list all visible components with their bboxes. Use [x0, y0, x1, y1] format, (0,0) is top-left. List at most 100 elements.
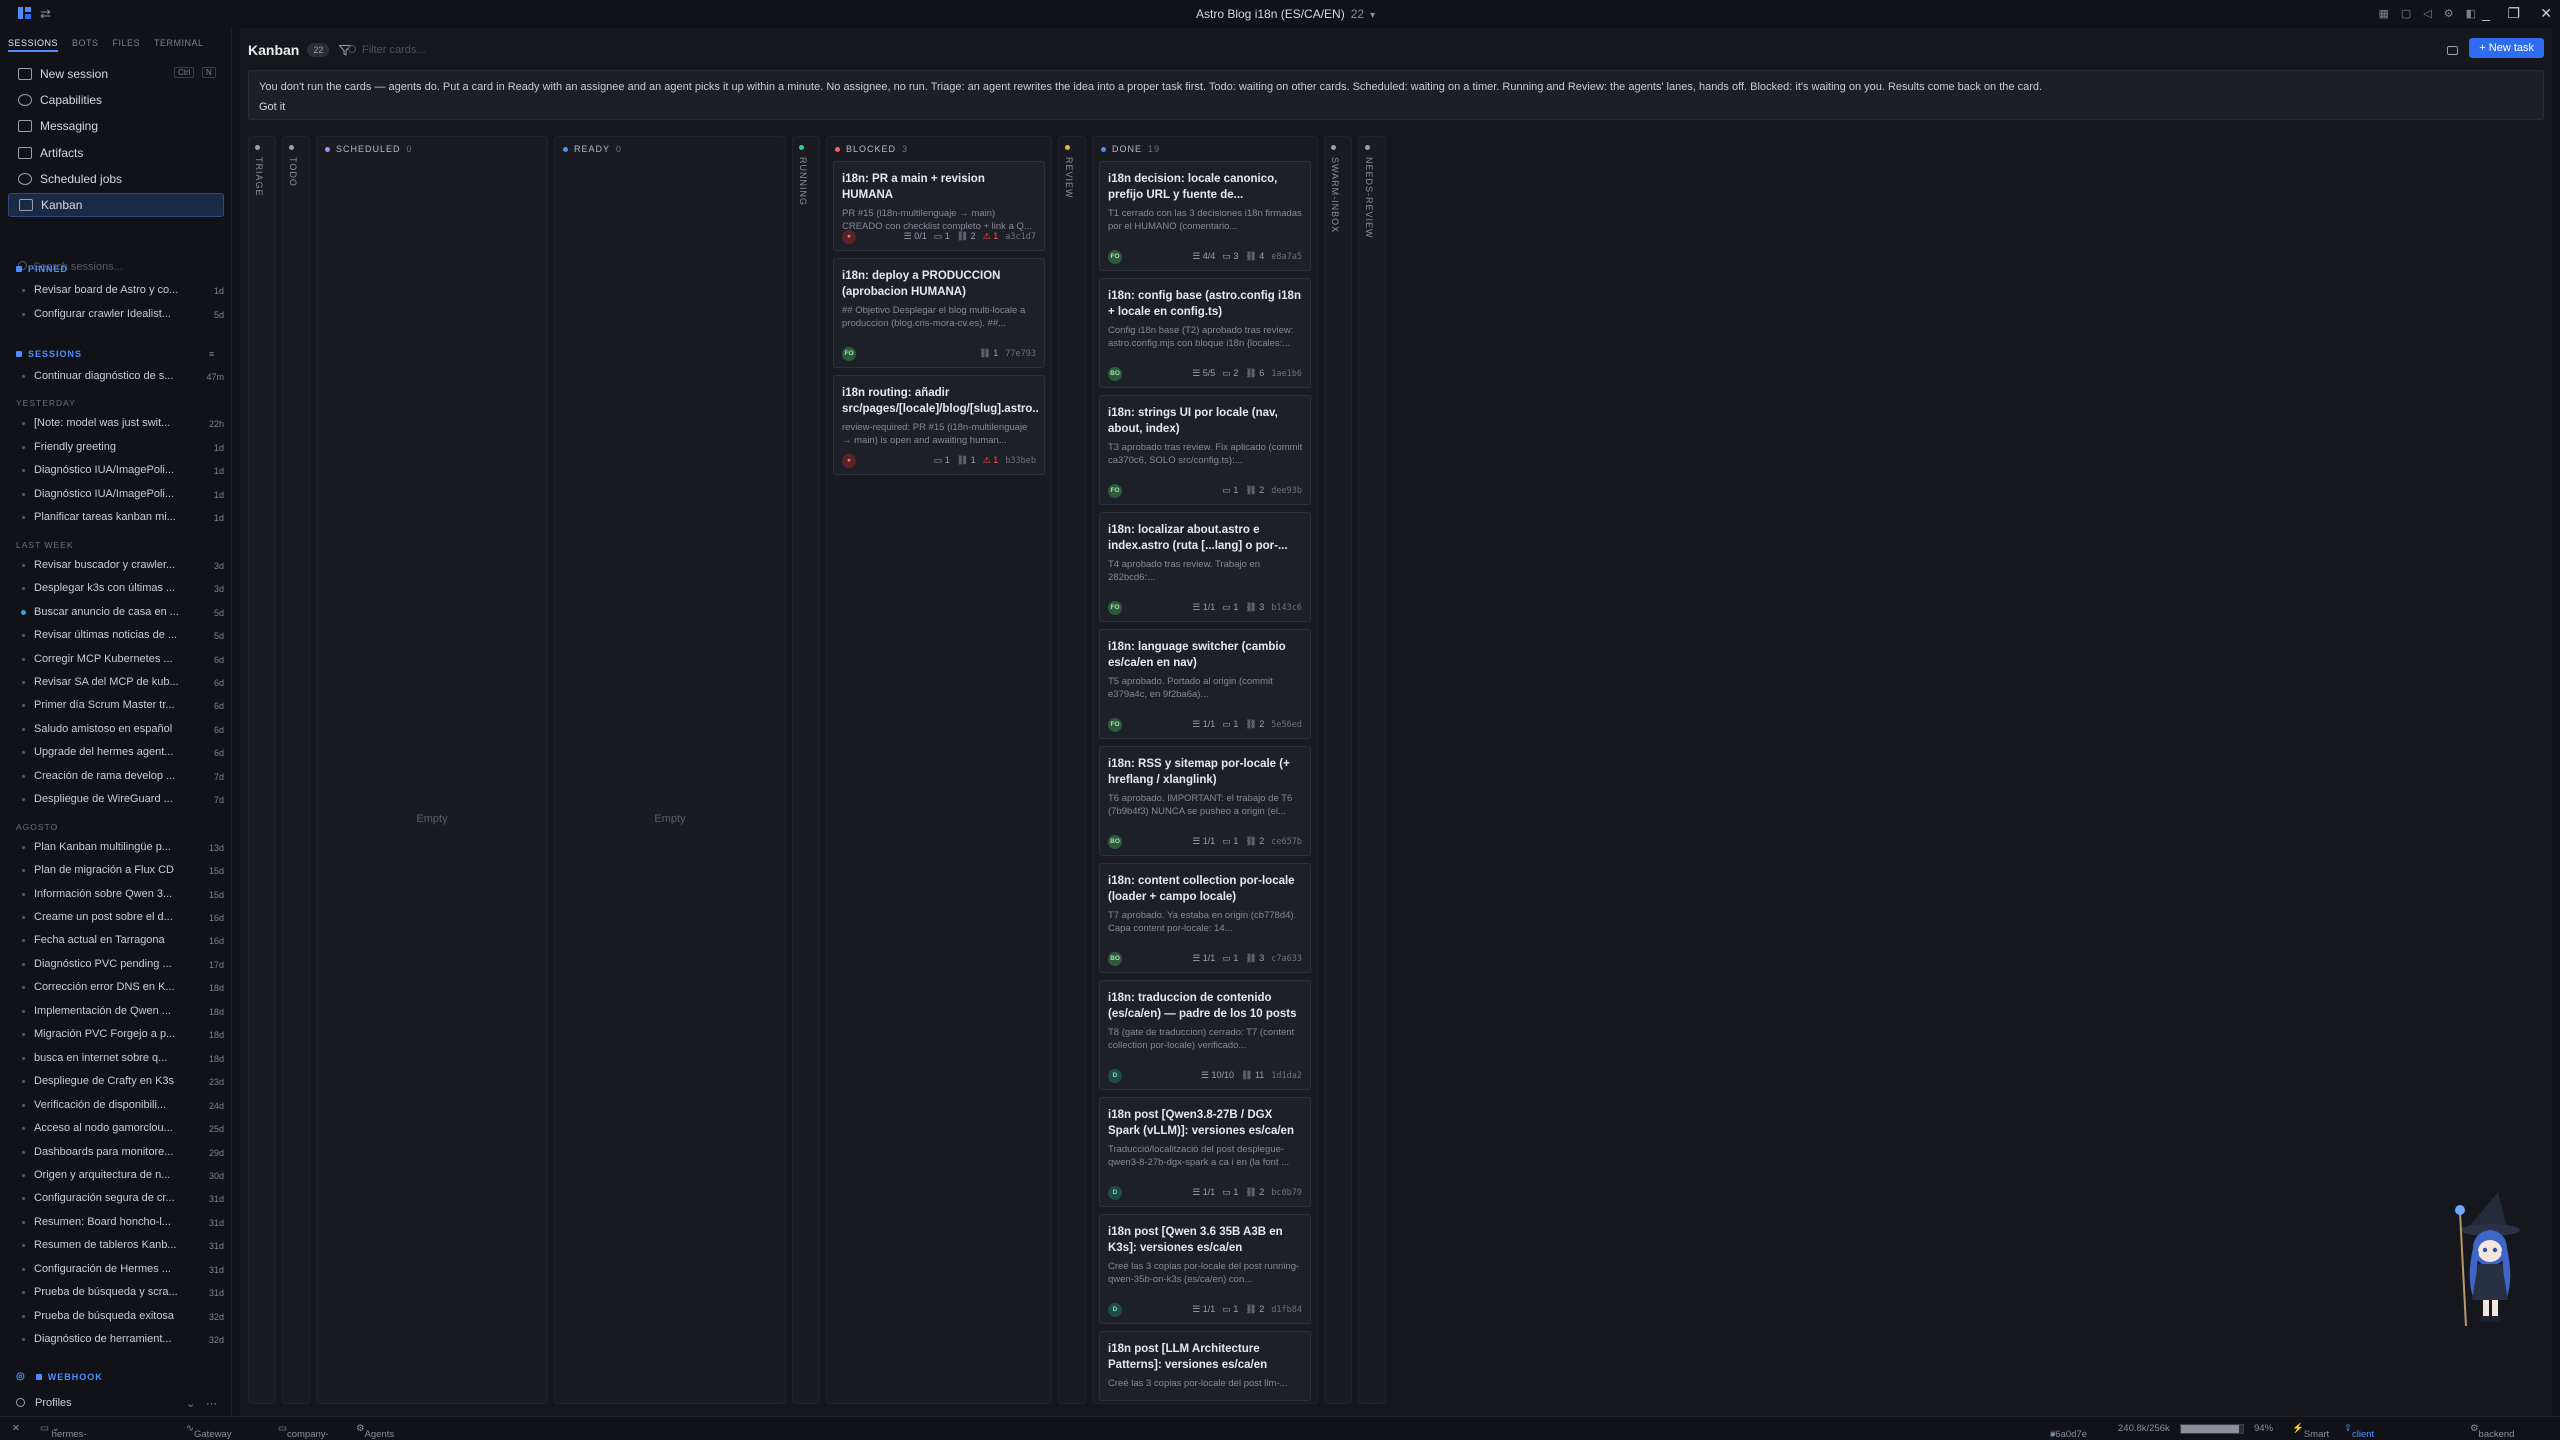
session-item[interactable]: Upgrade del hermes agent... 6d: [22, 746, 224, 760]
session-item[interactable]: Verificación de disponibili... 24d: [22, 1099, 224, 1113]
sidebar-item-capabilities[interactable]: Capabilities: [8, 88, 224, 112]
settings-icon[interactable]: ⚙: [2444, 7, 2454, 20]
session-item[interactable]: Corregir MCP Kubernetes ... 6d: [22, 653, 224, 667]
session-item[interactable]: Revisar board de Astro y co... 1d: [22, 284, 224, 298]
assignee-avatar[interactable]: BO: [1108, 835, 1122, 849]
session-item[interactable]: Creame un post sobre el d... 16d: [22, 911, 224, 925]
session-item[interactable]: Diagnóstico de herramient... 32d: [22, 1333, 224, 1347]
column-blocked[interactable]: BLOCKED 3 i18n: PR a main + revision HUM…: [826, 136, 1052, 1404]
session-item[interactable]: Resumen de tableros Kanb... 31d: [22, 1239, 224, 1253]
agents-button[interactable]: ⚙ Agents: [356, 1423, 394, 1440]
mode-selector[interactable]: ⚡ Smart: [2292, 1423, 2329, 1440]
session-item[interactable]: Saludo amistoso en español 6d: [22, 723, 224, 737]
session-item[interactable]: Fecha actual en Tarragona 16d: [22, 934, 224, 948]
new-task-button[interactable]: + New task: [2469, 38, 2544, 58]
tools-icon[interactable]: ✕: [12, 1423, 20, 1434]
column-ready[interactable]: READY 0 Empty: [554, 136, 786, 1404]
kanban-card[interactable]: i18n: strings UI por locale (nav, about,…: [1099, 395, 1311, 505]
session-item[interactable]: Configurar crawler Idealist... 5d: [22, 308, 224, 322]
session-item[interactable]: Primer día Scrum Master tr... 6d: [22, 699, 224, 713]
session-item[interactable]: Diagnóstico PVC pending ... 17d: [22, 958, 224, 972]
session-item[interactable]: Desplegar k3s con últimas ... 3d: [22, 582, 224, 596]
assignee-avatar[interactable]: FO: [842, 347, 856, 361]
chat-icon[interactable]: ▢: [2401, 7, 2411, 20]
assignee-avatar[interactable]: FO: [1108, 718, 1122, 732]
session-item[interactable]: Acceso al nodo gamorclou... 25d: [22, 1122, 224, 1136]
assignee-avatar[interactable]: BO: [1108, 952, 1122, 966]
assignee-avatar[interactable]: FO: [1108, 250, 1122, 264]
org-selector[interactable]: ▭ company-os: [278, 1423, 329, 1440]
session-item[interactable]: busca en internet sobre q... 18d: [22, 1052, 224, 1066]
kanban-card[interactable]: i18n: traduccion de contenido (es/ca/en)…: [1099, 980, 1311, 1090]
tab-terminal[interactable]: TERMINAL: [154, 38, 204, 52]
pinned-section-header[interactable]: PINNED: [16, 264, 68, 274]
session-item[interactable]: Información sobre Qwen 3... 15d: [22, 888, 224, 902]
column-swarm-inbox[interactable]: SWARM-INBOX: [1324, 136, 1352, 1404]
dismiss-banner-button[interactable]: Got it: [259, 101, 285, 113]
close-window-button[interactable]: ✕: [2540, 5, 2552, 22]
kanban-card[interactable]: i18n post [Qwen 3.6 35B A3B en K3s]: ver…: [1099, 1214, 1311, 1324]
assignee-avatar[interactable]: FO: [1108, 484, 1122, 498]
profiles-row[interactable]: Profiles ⌄ ⋯: [16, 1397, 224, 1410]
assignee-avatar[interactable]: D: [1108, 1069, 1122, 1083]
session-item[interactable]: Continuar diagnóstico de s... 47m: [22, 370, 224, 384]
kanban-card[interactable]: i18n: content collection por-locale (loa…: [1099, 863, 1311, 973]
kanban-card[interactable]: i18n: deploy a PRODUCCION (aprobacion HU…: [833, 258, 1045, 368]
session-item[interactable]: Implementación de Qwen ... 18d: [22, 1005, 224, 1019]
session-item[interactable]: Despliegue de WireGuard ... 7d: [22, 793, 224, 807]
column-review[interactable]: REVIEW: [1058, 136, 1086, 1404]
session-item[interactable]: Prueba de búsqueda y scra... 31d: [22, 1286, 224, 1300]
volume-icon[interactable]: ◁: [2423, 7, 2431, 20]
kanban-card[interactable]: i18n: config base (astro.config i18n + l…: [1099, 278, 1311, 388]
session-item[interactable]: Plan de migración a Flux CD 15d: [22, 864, 224, 878]
session-item[interactable]: Revisar buscador y crawler... 3d: [22, 559, 224, 573]
assignee-avatar[interactable]: FO: [1108, 601, 1122, 615]
sidebar-item-scheduled-jobs[interactable]: Scheduled jobs: [8, 167, 224, 191]
more-icon[interactable]: ⋯: [206, 1397, 217, 1410]
panel-icon[interactable]: ◧: [2466, 7, 2476, 20]
session-item[interactable]: Configuración segura de cr... 31d: [22, 1192, 224, 1206]
sort-icon[interactable]: ≡: [209, 349, 215, 359]
column-triage[interactable]: TRIAGE: [248, 136, 276, 1404]
window-title-dropdown[interactable]: Astro Blog i18n (ES/CA/EN) 22 ▾: [1196, 7, 1375, 21]
kanban-card[interactable]: i18n: RSS y sitemap por-locale (+ hrefla…: [1099, 746, 1311, 856]
tab-sessions[interactable]: SESSIONS: [8, 38, 59, 52]
session-item[interactable]: Revisar SA del MCP de kub... 6d: [22, 676, 224, 690]
assignee-avatar[interactable]: D: [1108, 1303, 1122, 1317]
session-item[interactable]: Resumen: Board honcho-l... 31d: [22, 1216, 224, 1230]
session-item[interactable]: Origen y arquitectura de n... 30d: [22, 1169, 224, 1183]
column-scheduled[interactable]: SCHEDULED 0 Empty: [316, 136, 548, 1404]
kanban-card[interactable]: i18n: localizar about.astro e index.astr…: [1099, 512, 1311, 622]
kanban-card[interactable]: i18n decision: locale canonico, prefijo …: [1099, 161, 1311, 271]
column-done[interactable]: DONE 19 i18n decision: locale canonico, …: [1092, 136, 1318, 1404]
assignee-avatar[interactable]: BO: [1108, 367, 1122, 381]
column-todo[interactable]: TODO: [282, 136, 310, 1404]
sessions-section-header[interactable]: SESSIONS ≡: [16, 349, 216, 359]
session-item[interactable]: Creación de rama develop ... 7d: [22, 770, 224, 784]
session-item[interactable]: Migración PVC Forgejo a p... 18d: [22, 1028, 224, 1042]
archive-icon[interactable]: [2447, 46, 2458, 55]
assignee-avatar[interactable]: ●: [842, 230, 856, 244]
column-running[interactable]: RUNNING: [792, 136, 820, 1404]
kanban-card[interactable]: i18n: PR a main + revision HUMANA PR #15 …: [833, 161, 1045, 251]
session-item[interactable]: Revisar últimas noticias de ... 5d: [22, 629, 224, 643]
kanban-card[interactable]: i18n routing: añadir src/pages/[locale]/…: [833, 375, 1045, 475]
assignee-avatar[interactable]: ●: [842, 454, 856, 468]
host-selector[interactable]: ▭ hermes-v2.cris-mora... ⌄: [40, 1423, 86, 1440]
sidebar-item-kanban[interactable]: Kanban: [8, 192, 224, 217]
session-item[interactable]: Diagnóstico IUA/ImagePoli... 1d: [22, 488, 224, 502]
session-item[interactable]: Buscar anuncio de casa en ... 5d: [21, 606, 224, 620]
minimize-button[interactable]: _: [2482, 5, 2490, 21]
tab-files[interactable]: FILES: [113, 38, 141, 52]
column-needs-review[interactable]: NEEDS-REVIEW: [1358, 136, 1386, 1404]
session-item[interactable]: Corrección error DNS en K... 18d: [22, 981, 224, 995]
session-item[interactable]: Planificar tareas kanban mi... 1d: [22, 511, 224, 525]
session-item[interactable]: [Note: model was just swit... 22h: [22, 417, 224, 431]
session-item[interactable]: Dashboards para monitore... 29d: [22, 1146, 224, 1160]
filter-cards-input[interactable]: Filter cards...: [348, 44, 426, 56]
swap-icon[interactable]: ⇄: [40, 6, 51, 22]
webhook-section-header[interactable]: ◎ WEBHOOK: [16, 1371, 103, 1382]
kanban-card[interactable]: i18n post [Qwen3.8-27B / DGX Spark (vLLM…: [1099, 1097, 1311, 1207]
sidebar-item-messaging[interactable]: Messaging: [8, 114, 224, 138]
session-item[interactable]: Diagnóstico IUA/ImagePoli... 1d: [22, 464, 224, 478]
